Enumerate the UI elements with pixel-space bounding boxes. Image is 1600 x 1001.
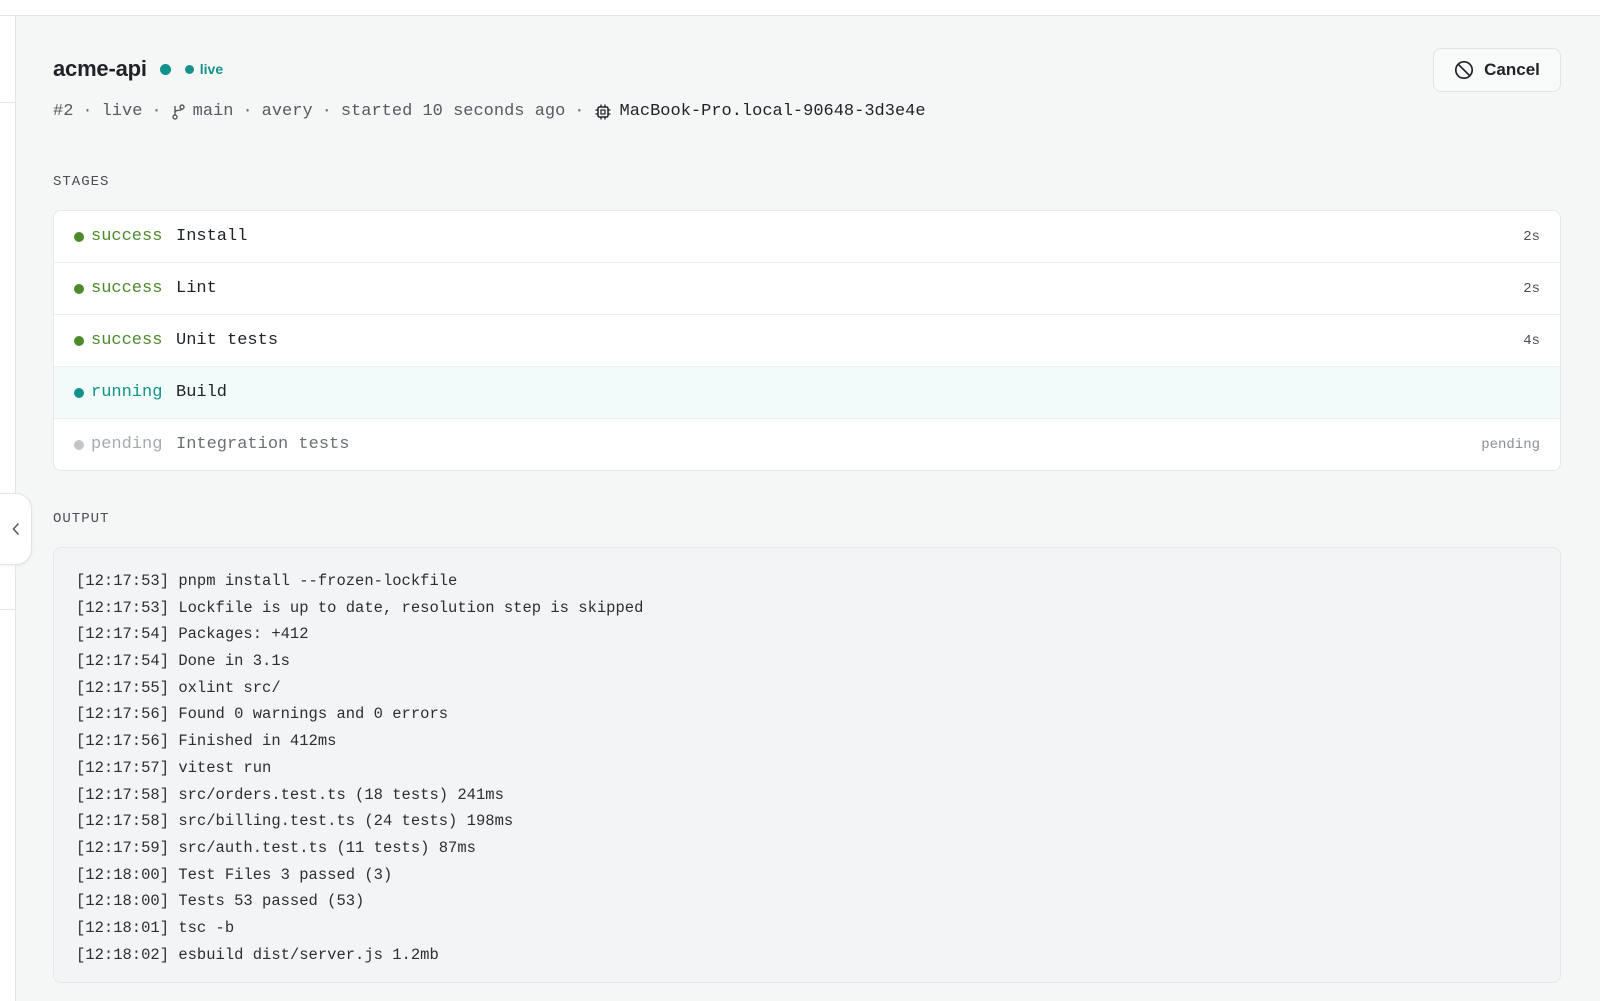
output-log[interactable]: [12:17:53] pnpm install --frozen-lockfil…	[53, 547, 1561, 983]
run-author: avery	[261, 102, 313, 121]
status-dot	[74, 387, 84, 398]
git-branch-icon	[171, 103, 187, 121]
meta-separator: ·	[82, 102, 93, 121]
status-dot	[74, 283, 84, 294]
run-meta: #2 · live · main · avery · started 10 se…	[53, 102, 926, 121]
stage-row[interactable]: running Build	[54, 366, 1560, 418]
chip-icon	[594, 103, 612, 121]
status-dot	[74, 335, 84, 346]
run-number: #2	[53, 102, 74, 121]
cancel-circle-slash-icon	[1454, 60, 1484, 80]
status-badge-label: live	[199, 61, 224, 77]
status-badge: live	[184, 61, 224, 77]
stage-duration: 4s	[1523, 332, 1540, 349]
pipeline-title: acme-api	[53, 56, 147, 81]
pipeline-header: acme-api live Cancel #2 · live · main · …	[53, 16, 1561, 136]
stage-row[interactable]: pending Integration tests pending	[54, 418, 1560, 470]
status-dot	[74, 231, 84, 242]
stage-name: Build	[176, 383, 228, 402]
stage-status: running	[91, 383, 163, 402]
output-heading: OUTPUT	[53, 511, 110, 527]
meta-separator: ·	[574, 102, 585, 121]
log-line: [12:17:53] pnpm install --frozen-lockfil…	[76, 572, 458, 590]
log-line: [12:17:54] Packages: +412	[76, 625, 309, 644]
stage-row[interactable]: success Lint 2s	[54, 262, 1560, 314]
rail-divider	[0, 609, 15, 610]
log-line: [12:17:54] Done in 3.1s	[76, 652, 290, 671]
meta-separator: ·	[242, 102, 253, 121]
log-line: [12:18:02] esbuild dist/server.js 1.2mb	[76, 945, 439, 964]
stage-name: Lint	[176, 279, 217, 298]
top-bar	[0, 0, 1600, 16]
stage-name: Install	[176, 227, 248, 246]
started-time: started 10 seconds ago	[340, 102, 566, 121]
log-line: [12:17:59] src/auth.test.ts (11 tests) 8…	[76, 838, 476, 857]
log-line: [12:17:58] src/orders.test.ts (18 tests)…	[76, 785, 504, 804]
stage-name: Integration tests	[176, 435, 350, 454]
log-line: [12:17:57] vitest run	[76, 758, 272, 777]
stage-duration: pending	[1481, 436, 1540, 453]
log-line: [12:18:00] Tests 53 passed (53)	[76, 892, 365, 911]
chevron-left-icon	[11, 522, 21, 536]
meta-separator: ·	[151, 102, 162, 121]
log-line: [12:17:53] Lockfile is up to date, resol…	[76, 598, 644, 617]
stage-row[interactable]: success Install 2s	[54, 211, 1560, 262]
branch-name[interactable]: main	[193, 102, 234, 121]
stage-status: pending	[91, 435, 163, 454]
stages-heading: STAGES	[53, 174, 110, 190]
run-state: live	[101, 102, 143, 121]
stage-status: success	[91, 279, 163, 298]
rail-divider	[0, 102, 15, 103]
log-line: [12:18:00] Test Files 3 passed (3)	[76, 865, 393, 884]
cancel-button-label: Cancel	[1484, 60, 1540, 79]
stage-name: Unit tests	[176, 331, 279, 350]
stage-duration: 2s	[1523, 280, 1540, 297]
log-line: [12:17:56] Found 0 warnings and 0 errors	[76, 705, 449, 724]
log-line: [12:17:58] src/billing.test.ts (24 tests…	[76, 812, 514, 831]
status-dot	[159, 63, 171, 75]
status-dot	[74, 439, 84, 450]
cancel-button[interactable]: Cancel	[1433, 48, 1561, 92]
log-line: [12:17:56] Finished in 412ms	[76, 732, 337, 751]
stage-status: success	[91, 331, 163, 350]
stage-status: success	[91, 227, 163, 246]
title-row: acme-api live	[53, 56, 223, 82]
collapse-sidebar-button[interactable]	[0, 493, 32, 565]
log-line: [12:17:55] oxlint src/	[76, 678, 281, 697]
meta-separator: ·	[321, 102, 332, 121]
stages-list: success Install 2s success Lint 2s succe…	[53, 210, 1561, 471]
main-content: acme-api live Cancel #2 · live · main · …	[53, 16, 1561, 983]
log-line: [12:18:01] tsc -b	[76, 918, 235, 937]
runner-host: MacBook-Pro.local-90648-3d3e4e	[619, 102, 926, 121]
stage-row[interactable]: success Unit tests 4s	[54, 314, 1560, 366]
stage-duration: 2s	[1523, 228, 1540, 245]
live-dot	[184, 64, 194, 74]
